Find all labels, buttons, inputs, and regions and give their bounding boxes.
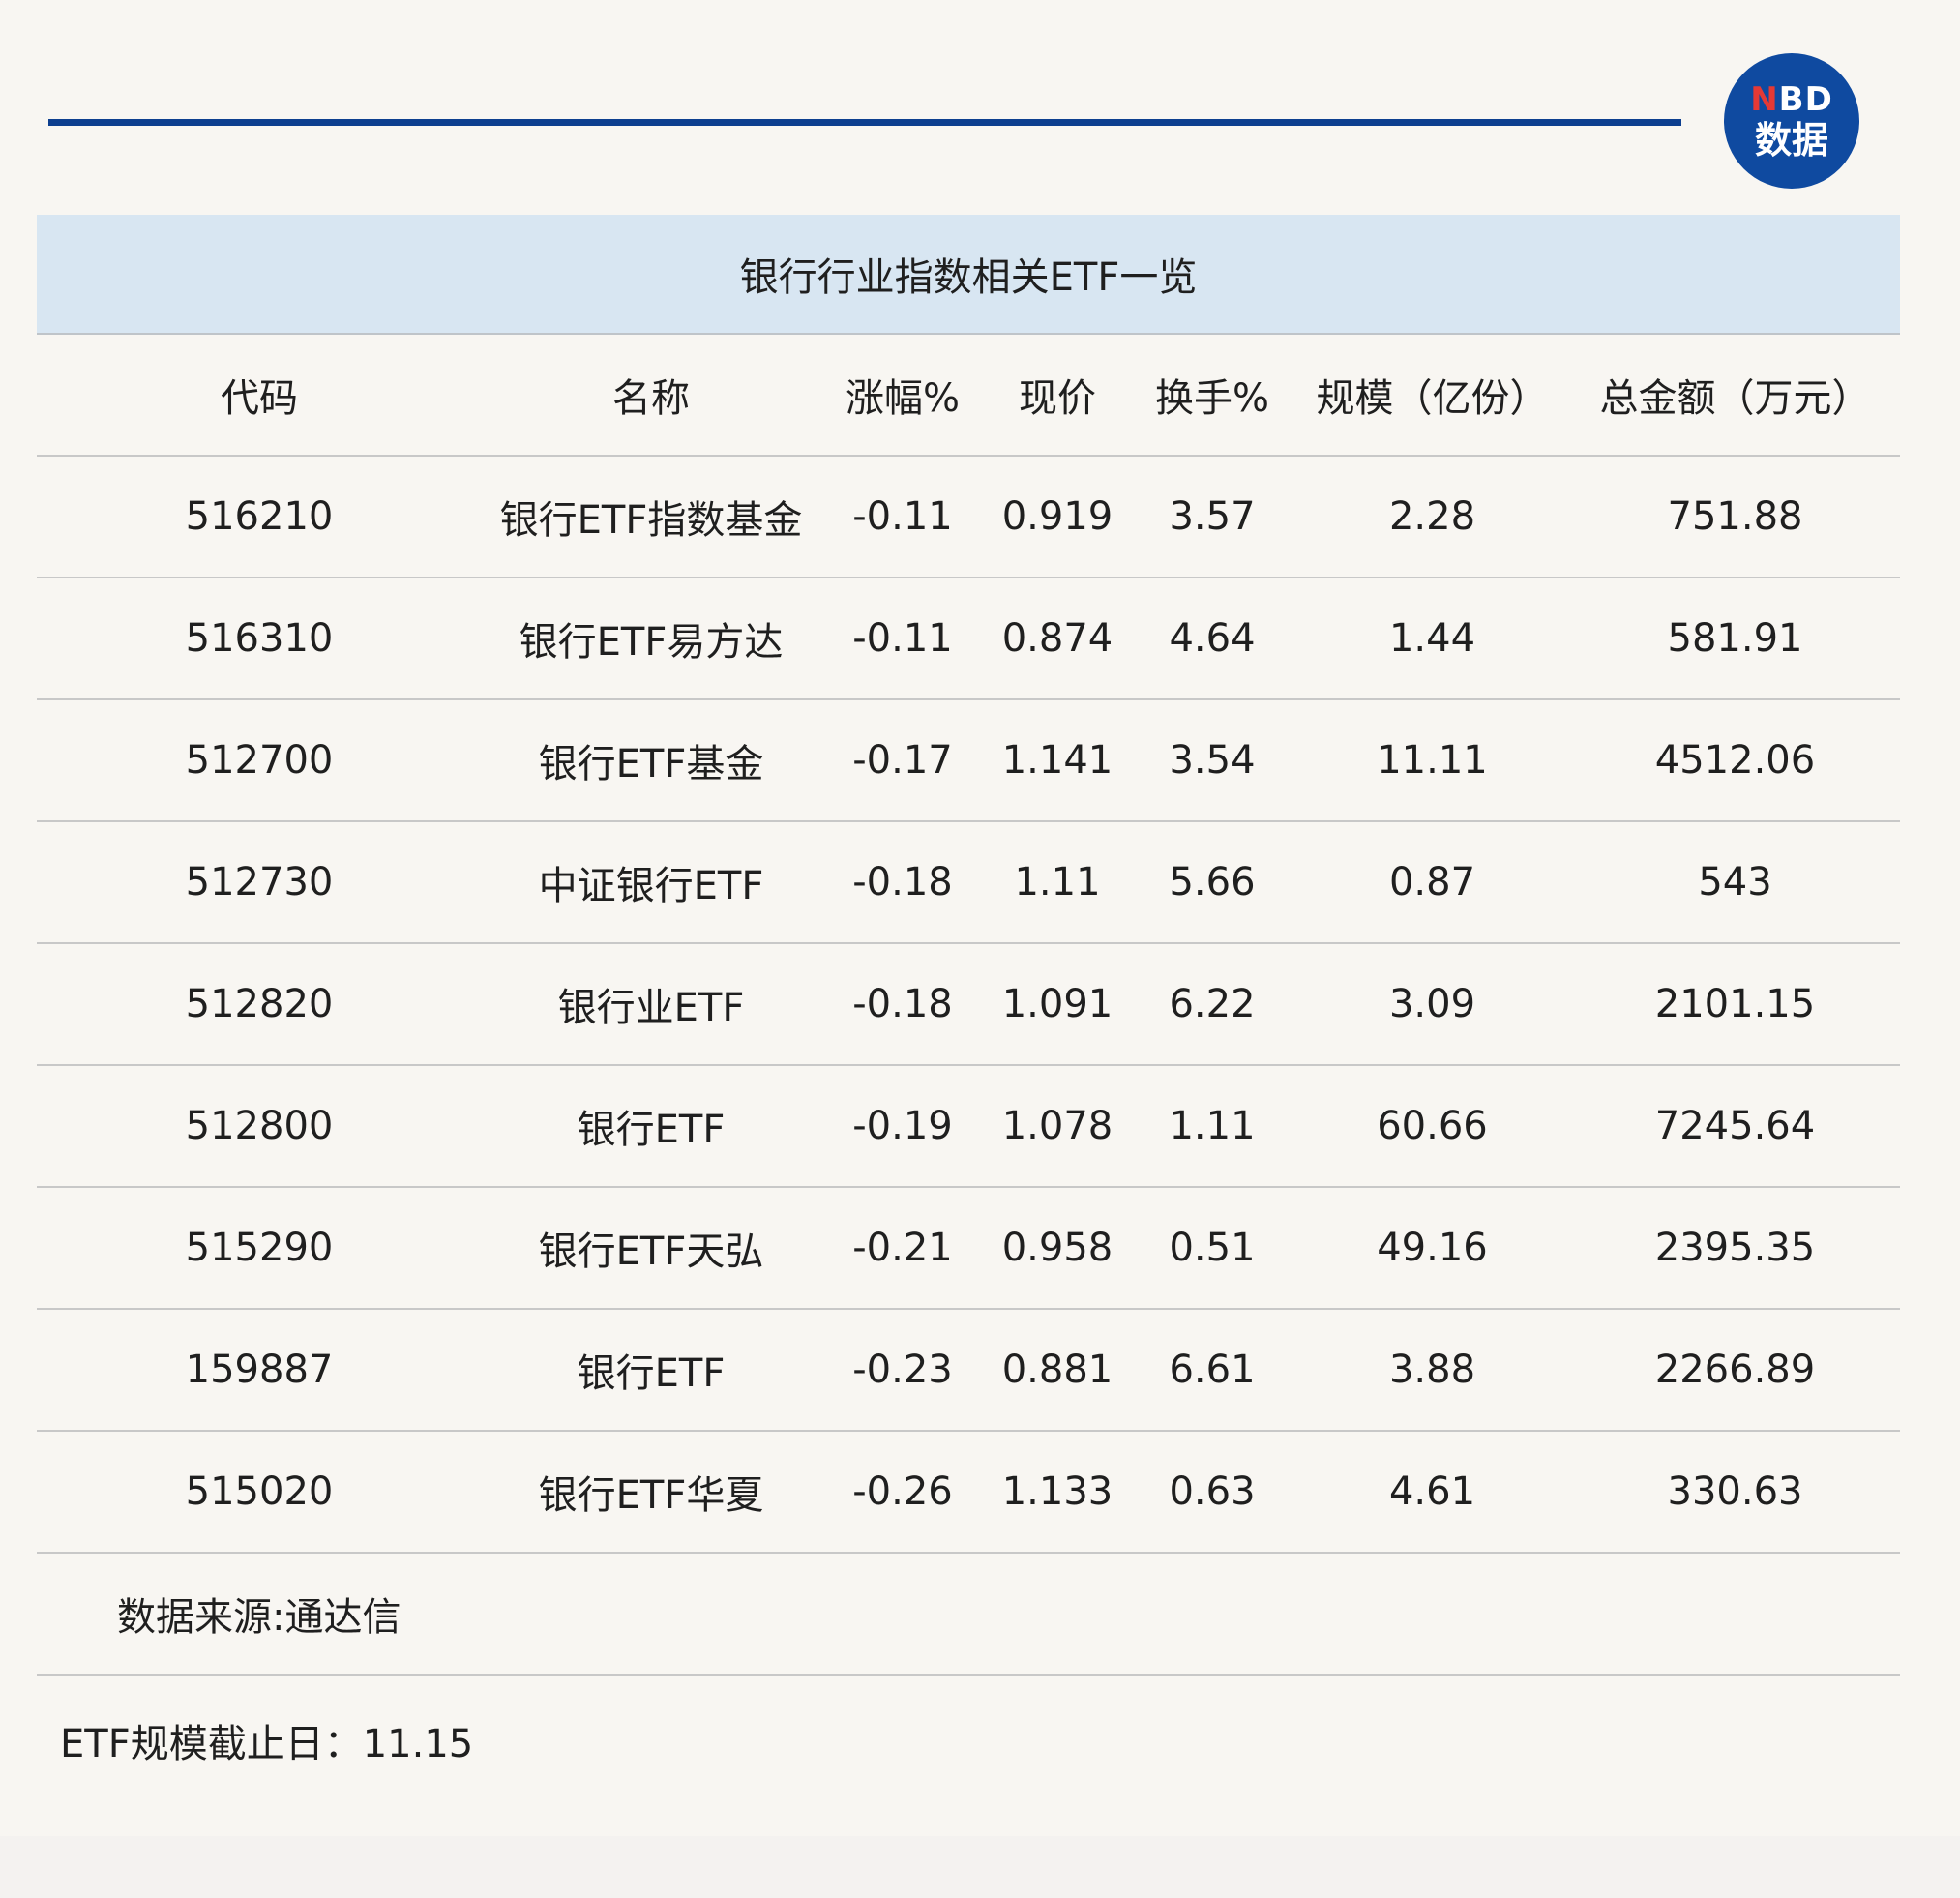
cell-turnover: 3.54 [1169,738,1256,783]
logo-letters-bd: BD [1778,80,1833,119]
header-price: 现价 [1019,376,1096,421]
data-source-note: 数据来源:通达信 [37,1554,1900,1676]
cell-price: 1.091 [1001,982,1114,1026]
cell-change: -0.17 [852,738,953,783]
scale-date-note: ETF规模截止日：11.15 [60,1722,474,1766]
cell-turnover: 0.63 [1169,1469,1256,1514]
cell-code: 516310 [185,616,334,661]
table-row: 515020 银行ETF华夏 -0.26 1.133 0.63 4.61 330… [37,1432,1900,1554]
header-turnover: 换手% [1154,376,1269,421]
cell-amount: 4512.06 [1654,738,1816,783]
cell-price: 0.874 [1001,616,1114,661]
table-row: 516310 银行ETF易方达 -0.11 0.874 4.64 1.44 58… [37,578,1900,700]
cell-code: 512700 [185,738,334,783]
cell-amount: 2266.89 [1654,1348,1816,1392]
table-row: 512820 银行业ETF -0.18 1.091 6.22 3.09 2101… [37,944,1900,1066]
cell-price: 1.078 [1001,1104,1114,1148]
cell-code: 512730 [185,860,334,905]
cell-scale: 11.11 [1377,738,1488,783]
cell-turnover: 6.61 [1169,1348,1256,1392]
cell-code: 512820 [185,982,334,1026]
cell-amount: 7245.64 [1654,1104,1816,1148]
cell-name: 银行ETF指数基金 [499,498,803,543]
cell-price: 1.141 [1001,738,1114,783]
table-row: 512700 银行ETF基金 -0.17 1.141 3.54 11.11 45… [37,700,1900,822]
cell-price: 0.881 [1001,1348,1114,1392]
header-name: 名称 [612,376,690,421]
cell-amount: 2101.15 [1654,982,1816,1026]
cell-price: 1.11 [1014,860,1101,905]
cell-amount: 751.88 [1667,494,1803,539]
cell-change: -0.26 [852,1469,953,1514]
cell-name: 银行业ETF [557,986,745,1030]
table-title: 银行行业指数相关ETF一览 [37,215,1900,335]
cell-code: 512800 [185,1104,334,1148]
table-row: 512800 银行ETF -0.19 1.078 1.11 60.66 7245… [37,1066,1900,1188]
cell-change: -0.18 [852,982,953,1026]
table-row: 512730 中证银行ETF -0.18 1.11 5.66 0.87 543 [37,822,1900,944]
cell-amount: 543 [1698,860,1772,905]
logo-bottom-text: 数据 [1754,119,1828,162]
cell-change: -0.18 [852,860,953,905]
cell-amount: 581.91 [1667,616,1803,661]
cell-code: 159887 [185,1348,334,1392]
cell-price: 1.133 [1001,1469,1114,1514]
etf-table: 银行行业指数相关ETF一览 代码 名称 涨幅% 现价 换手% 规模（亿份） 总金… [37,215,1900,1676]
table-header-row: 代码 名称 涨幅% 现价 换手% 规模（亿份） 总金额（万元） [37,335,1900,457]
table-row: 159887 银行ETF -0.23 0.881 6.61 3.88 2266.… [37,1310,1900,1432]
cell-scale: 0.87 [1388,860,1476,905]
cell-turnover: 4.64 [1169,616,1256,661]
cell-change: -0.11 [852,616,953,661]
cell-scale: 49.16 [1377,1226,1488,1270]
cell-price: 0.919 [1001,494,1114,539]
header-rule [48,119,1681,126]
cell-change: -0.11 [852,494,953,539]
cell-scale: 60.66 [1377,1104,1488,1148]
logo-letter-n: N [1750,80,1779,119]
cell-amount: 330.63 [1667,1469,1803,1514]
table-row: 515290 银行ETF天弘 -0.21 0.958 0.51 49.16 23… [37,1188,1900,1310]
cell-name: 银行ETF易方达 [519,620,784,665]
cell-turnover: 5.66 [1169,860,1256,905]
header-change: 涨幅% [845,376,960,421]
bottom-band [0,1836,1960,1898]
cell-price: 0.958 [1001,1226,1114,1270]
cell-name: 中证银行ETF [538,864,764,908]
cell-amount: 2395.35 [1654,1226,1816,1270]
cell-name: 银行ETF基金 [538,742,764,786]
cell-name: 银行ETF [577,1351,726,1396]
cell-change: -0.19 [852,1104,953,1148]
header-code: 代码 [221,376,298,421]
cell-code: 515290 [185,1226,334,1270]
cell-turnover: 6.22 [1169,982,1256,1026]
cell-scale: 4.61 [1388,1469,1476,1514]
cell-name: 银行ETF天弘 [538,1230,764,1274]
cell-scale: 3.09 [1388,982,1476,1026]
table-row: 516210 银行ETF指数基金 -0.11 0.919 3.57 2.28 7… [37,457,1900,578]
cell-turnover: 1.11 [1169,1104,1256,1148]
cell-change: -0.21 [852,1226,953,1270]
cell-turnover: 3.57 [1169,494,1256,539]
cell-scale: 2.28 [1388,494,1476,539]
header-scale: 规模（亿份） [1316,376,1549,421]
cell-name: 银行ETF [577,1108,726,1152]
cell-scale: 1.44 [1388,616,1476,661]
cell-scale: 3.88 [1388,1348,1476,1392]
cell-turnover: 0.51 [1169,1226,1256,1270]
cell-code: 516210 [185,494,334,539]
cell-code: 515020 [185,1469,334,1514]
nbd-logo: NBD 数据 [1724,53,1859,189]
cell-name: 银行ETF华夏 [538,1473,764,1518]
cell-change: -0.23 [852,1348,953,1392]
header-amount: 总金额（万元） [1599,376,1871,421]
logo-top-text: NBD [1750,83,1833,116]
